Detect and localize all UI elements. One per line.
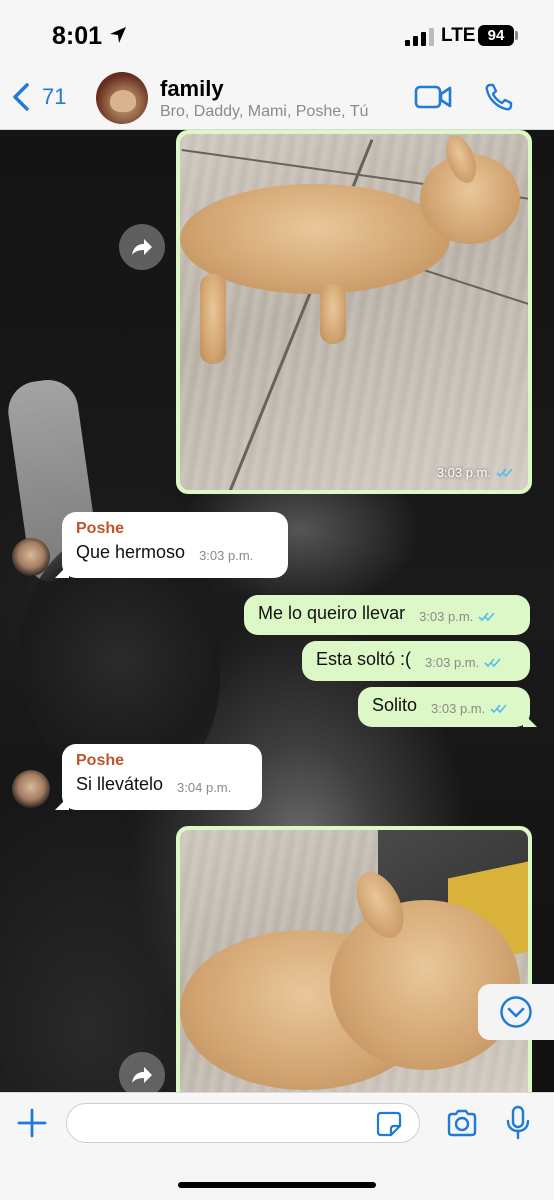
group-avatar[interactable] bbox=[96, 72, 148, 124]
camera-icon[interactable] bbox=[446, 1109, 478, 1137]
message-timestamp: 3:04 p.m. bbox=[177, 780, 232, 795]
location-arrow-icon bbox=[110, 27, 126, 43]
message-text: Que hermoso bbox=[76, 542, 186, 562]
forward-button[interactable] bbox=[119, 224, 165, 270]
image-time-text: 3:03 p.m. bbox=[436, 465, 491, 480]
message-text: Esta soltó :( bbox=[316, 649, 412, 669]
message-timestamp: 3:03 p.m. bbox=[199, 548, 254, 563]
unread-count: 71 bbox=[42, 84, 67, 109]
message-time-text: 3:03 p.m. bbox=[431, 701, 486, 716]
chevron-down-icon bbox=[500, 996, 532, 1028]
battery-icon: 94 bbox=[478, 25, 514, 46]
image-timestamp: 3:03 p.m. bbox=[437, 465, 514, 480]
message-timestamp: 3:03 p.m. bbox=[425, 655, 502, 670]
sender-name[interactable]: Poshe bbox=[76, 520, 274, 538]
read-receipt-icon bbox=[484, 658, 501, 668]
dog-photo bbox=[180, 830, 528, 1102]
message-time-text: 3:03 p.m. bbox=[425, 655, 480, 670]
message-row: Que hermoso 3:03 p.m. bbox=[76, 542, 274, 563]
message-row: Si llevátelo 3:04 p.m. bbox=[76, 774, 248, 795]
incoming-message[interactable]: Poshe Si llevátelo 3:04 p.m. bbox=[55, 744, 262, 810]
message-text: Si llevátelo bbox=[76, 774, 164, 794]
forward-icon bbox=[132, 1067, 152, 1083]
message-row: Solito 3:03 p.m. bbox=[372, 695, 516, 716]
whatsapp-chat-screen: 8:01 LTE 94 71 family Bro, Daddy, Mami, … bbox=[0, 0, 554, 1200]
chat-header: 71 family Bro, Daddy, Mami, Poshe, Tú bbox=[0, 66, 554, 130]
group-name[interactable]: family bbox=[160, 76, 224, 102]
incoming-message[interactable]: Poshe Que hermoso 3:03 p.m. bbox=[55, 512, 288, 578]
plus-icon[interactable] bbox=[16, 1107, 48, 1139]
status-bar: 8:01 LTE 94 bbox=[0, 0, 554, 66]
message-text: Solito bbox=[372, 695, 418, 715]
group-members[interactable]: Bro, Daddy, Mami, Poshe, Tú bbox=[160, 103, 368, 121]
sticker-icon[interactable] bbox=[376, 1111, 402, 1137]
outgoing-message[interactable]: Solito 3:03 p.m. bbox=[358, 687, 537, 727]
message-timestamp: 3:03 p.m. bbox=[431, 701, 508, 716]
image-message[interactable] bbox=[176, 826, 532, 1106]
sender-name[interactable]: Poshe bbox=[76, 752, 248, 770]
video-call-icon[interactable] bbox=[414, 84, 452, 110]
mic-icon[interactable] bbox=[506, 1105, 530, 1141]
read-receipt-icon bbox=[490, 704, 507, 714]
message-text: Me lo queiro llevar bbox=[258, 603, 406, 623]
dog-photo: 3:03 p.m. bbox=[180, 134, 528, 490]
read-receipt-icon bbox=[478, 612, 495, 622]
image-message[interactable]: 3:03 p.m. bbox=[176, 130, 532, 494]
back-chevron-icon bbox=[13, 83, 29, 111]
dog-leg bbox=[200, 274, 226, 364]
status-time: 8:01 bbox=[52, 22, 103, 50]
message-row: Me lo queiro llevar 3:03 p.m. bbox=[258, 603, 516, 624]
message-row: Esta soltó :( 3:03 p.m. bbox=[316, 649, 516, 670]
forward-icon bbox=[132, 239, 152, 255]
message-input[interactable] bbox=[66, 1103, 420, 1143]
message-timestamp: 3:03 p.m. bbox=[419, 609, 496, 624]
home-indicator[interactable] bbox=[178, 1182, 376, 1188]
message-time-text: 3:03 p.m. bbox=[419, 609, 474, 624]
battery-tip bbox=[515, 31, 518, 40]
scroll-to-bottom-button[interactable] bbox=[478, 984, 554, 1040]
signal-icon bbox=[405, 28, 434, 46]
back-button[interactable]: 71 bbox=[10, 80, 66, 114]
network-type: LTE bbox=[441, 25, 476, 46]
read-receipt-icon bbox=[496, 468, 513, 478]
outgoing-message[interactable]: Esta soltó :( 3:03 p.m. bbox=[302, 641, 530, 681]
outgoing-message[interactable]: Me lo queiro llevar 3:03 p.m. bbox=[244, 595, 530, 635]
phone-call-icon[interactable] bbox=[484, 82, 514, 112]
sender-avatar[interactable] bbox=[12, 538, 50, 576]
sender-avatar[interactable] bbox=[12, 770, 50, 808]
dog-leg bbox=[320, 284, 346, 344]
